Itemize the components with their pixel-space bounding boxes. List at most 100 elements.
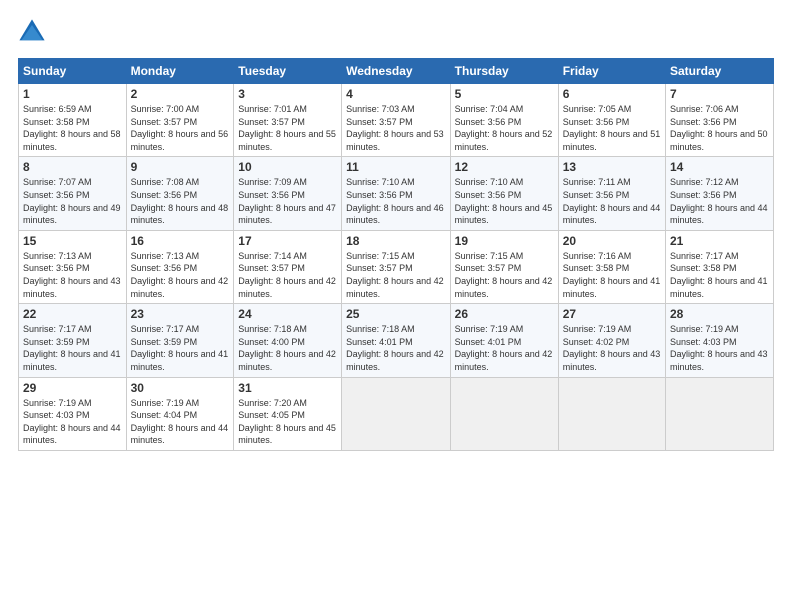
- calendar-cell: 3 Sunrise: 7:01 AMSunset: 3:57 PMDaylight…: [234, 84, 342, 157]
- calendar-cell: 23Sunrise: 7:17 AMSunset: 3:59 PMDayligh…: [126, 304, 234, 377]
- day-header-friday: Friday: [558, 59, 665, 84]
- day-header-thursday: Thursday: [450, 59, 558, 84]
- day-info: Sunrise: 7:01 AMSunset: 3:57 PMDaylight:…: [238, 103, 337, 153]
- day-number: 26: [455, 307, 554, 321]
- day-number: 19: [455, 234, 554, 248]
- day-info: Sunrise: 7:20 AMSunset: 4:05 PMDaylight:…: [238, 397, 337, 447]
- calendar-week-5: 29 Sunrise: 7:19 AMSunset: 4:03 PMDayligh…: [19, 377, 774, 450]
- calendar-cell: [666, 377, 774, 450]
- day-info: Sunrise: 7:10 AMSunset: 3:56 PMDaylight:…: [455, 176, 554, 226]
- day-number: 18: [346, 234, 446, 248]
- calendar-cell: 19 Sunrise: 7:15 AMSunset: 3:57 PMDayligh…: [450, 230, 558, 303]
- calendar-cell: 9 Sunrise: 7:08 AMSunset: 3:56 PMDaylight…: [126, 157, 234, 230]
- calendar-cell: 25 Sunrise: 7:18 AMSunset: 4:01 PMDayligh…: [342, 304, 451, 377]
- calendar-cell: 30 Sunrise: 7:19 AMSunset: 4:04 PMDayligh…: [126, 377, 234, 450]
- calendar-body: 1 Sunrise: 6:59 AMSunset: 3:58 PMDaylight…: [19, 84, 774, 451]
- calendar-cell: 27Sunrise: 7:19 AMSunset: 4:02 PMDayligh…: [558, 304, 665, 377]
- day-number: 23: [131, 307, 230, 321]
- calendar-cell: 10 Sunrise: 7:09 AMSunset: 3:56 PMDayligh…: [234, 157, 342, 230]
- day-info: Sunrise: 7:19 AMSunset: 4:01 PMDaylight:…: [455, 323, 554, 373]
- day-number: 30: [131, 381, 230, 395]
- day-number: 4: [346, 87, 446, 101]
- day-number: 16: [131, 234, 230, 248]
- calendar-week-1: 1 Sunrise: 6:59 AMSunset: 3:58 PMDaylight…: [19, 84, 774, 157]
- day-info: Sunrise: 7:08 AMSunset: 3:56 PMDaylight:…: [131, 176, 230, 226]
- calendar-cell: [558, 377, 665, 450]
- header: [18, 18, 774, 46]
- calendar: SundayMondayTuesdayWednesdayThursdayFrid…: [18, 58, 774, 451]
- day-info: Sunrise: 7:14 AMSunset: 3:57 PMDaylight:…: [238, 250, 337, 300]
- day-info: Sunrise: 7:00 AMSunset: 3:57 PMDaylight:…: [131, 103, 230, 153]
- calendar-cell: 14 Sunrise: 7:12 AMSunset: 3:56 PMDayligh…: [666, 157, 774, 230]
- day-number: 8: [23, 160, 122, 174]
- calendar-cell: 17 Sunrise: 7:14 AMSunset: 3:57 PMDayligh…: [234, 230, 342, 303]
- calendar-week-4: 22 Sunrise: 7:17 AMSunset: 3:59 PMDayligh…: [19, 304, 774, 377]
- day-number: 15: [23, 234, 122, 248]
- day-info: Sunrise: 6:59 AMSunset: 3:58 PMDaylight:…: [23, 103, 122, 153]
- calendar-cell: 6 Sunrise: 7:05 AMSunset: 3:56 PMDaylight…: [558, 84, 665, 157]
- day-number: 22: [23, 307, 122, 321]
- day-number: 25: [346, 307, 446, 321]
- day-header-wednesday: Wednesday: [342, 59, 451, 84]
- calendar-cell: 7Sunrise: 7:06 AMSunset: 3:56 PMDaylight…: [666, 84, 774, 157]
- calendar-cell: 21Sunrise: 7:17 AMSunset: 3:58 PMDayligh…: [666, 230, 774, 303]
- day-info: Sunrise: 7:19 AMSunset: 4:03 PMDaylight:…: [23, 397, 122, 447]
- day-info: Sunrise: 7:05 AMSunset: 3:56 PMDaylight:…: [563, 103, 661, 153]
- calendar-cell: 2 Sunrise: 7:00 AMSunset: 3:57 PMDaylight…: [126, 84, 234, 157]
- day-info: Sunrise: 7:07 AMSunset: 3:56 PMDaylight:…: [23, 176, 122, 226]
- logo: [18, 18, 50, 46]
- day-info: Sunrise: 7:09 AMSunset: 3:56 PMDaylight:…: [238, 176, 337, 226]
- day-info: Sunrise: 7:19 AMSunset: 4:02 PMDaylight:…: [563, 323, 661, 373]
- day-info: Sunrise: 7:03 AMSunset: 3:57 PMDaylight:…: [346, 103, 446, 153]
- day-number: 9: [131, 160, 230, 174]
- logo-icon: [18, 18, 46, 46]
- calendar-cell: 5 Sunrise: 7:04 AMSunset: 3:56 PMDaylight…: [450, 84, 558, 157]
- day-number: 28: [670, 307, 769, 321]
- day-number: 10: [238, 160, 337, 174]
- day-info: Sunrise: 7:16 AMSunset: 3:58 PMDaylight:…: [563, 250, 661, 300]
- calendar-cell: 31 Sunrise: 7:20 AMSunset: 4:05 PMDayligh…: [234, 377, 342, 450]
- day-number: 24: [238, 307, 337, 321]
- day-number: 6: [563, 87, 661, 101]
- day-info: Sunrise: 7:06 AMSunset: 3:56 PMDaylight:…: [670, 103, 769, 153]
- day-number: 13: [563, 160, 661, 174]
- day-info: Sunrise: 7:04 AMSunset: 3:56 PMDaylight:…: [455, 103, 554, 153]
- calendar-cell: [342, 377, 451, 450]
- day-number: 12: [455, 160, 554, 174]
- day-info: Sunrise: 7:13 AMSunset: 3:56 PMDaylight:…: [23, 250, 122, 300]
- calendar-cell: 4 Sunrise: 7:03 AMSunset: 3:57 PMDaylight…: [342, 84, 451, 157]
- day-info: Sunrise: 7:17 AMSunset: 3:59 PMDaylight:…: [23, 323, 122, 373]
- day-number: 14: [670, 160, 769, 174]
- calendar-week-2: 8 Sunrise: 7:07 AMSunset: 3:56 PMDaylight…: [19, 157, 774, 230]
- day-number: 11: [346, 160, 446, 174]
- day-number: 20: [563, 234, 661, 248]
- day-info: Sunrise: 7:18 AMSunset: 4:01 PMDaylight:…: [346, 323, 446, 373]
- day-info: Sunrise: 7:10 AMSunset: 3:56 PMDaylight:…: [346, 176, 446, 226]
- day-info: Sunrise: 7:11 AMSunset: 3:56 PMDaylight:…: [563, 176, 661, 226]
- day-header-sunday: Sunday: [19, 59, 127, 84]
- calendar-cell: 16Sunrise: 7:13 AMSunset: 3:56 PMDayligh…: [126, 230, 234, 303]
- calendar-cell: 26 Sunrise: 7:19 AMSunset: 4:01 PMDayligh…: [450, 304, 558, 377]
- calendar-cell: 18 Sunrise: 7:15 AMSunset: 3:57 PMDayligh…: [342, 230, 451, 303]
- calendar-cell: 11 Sunrise: 7:10 AMSunset: 3:56 PMDayligh…: [342, 157, 451, 230]
- day-number: 2: [131, 87, 230, 101]
- day-info: Sunrise: 7:19 AMSunset: 4:04 PMDaylight:…: [131, 397, 230, 447]
- day-header-tuesday: Tuesday: [234, 59, 342, 84]
- day-number: 29: [23, 381, 122, 395]
- calendar-cell: 15 Sunrise: 7:13 AMSunset: 3:56 PMDayligh…: [19, 230, 127, 303]
- calendar-cell: 1 Sunrise: 6:59 AMSunset: 3:58 PMDaylight…: [19, 84, 127, 157]
- day-info: Sunrise: 7:12 AMSunset: 3:56 PMDaylight:…: [670, 176, 769, 226]
- day-number: 21: [670, 234, 769, 248]
- day-number: 31: [238, 381, 337, 395]
- day-number: 3: [238, 87, 337, 101]
- calendar-cell: 22 Sunrise: 7:17 AMSunset: 3:59 PMDayligh…: [19, 304, 127, 377]
- day-info: Sunrise: 7:18 AMSunset: 4:00 PMDaylight:…: [238, 323, 337, 373]
- day-header-saturday: Saturday: [666, 59, 774, 84]
- day-info: Sunrise: 7:15 AMSunset: 3:57 PMDaylight:…: [346, 250, 446, 300]
- calendar-header: SundayMondayTuesdayWednesdayThursdayFrid…: [19, 59, 774, 84]
- day-info: Sunrise: 7:19 AMSunset: 4:03 PMDaylight:…: [670, 323, 769, 373]
- day-info: Sunrise: 7:15 AMSunset: 3:57 PMDaylight:…: [455, 250, 554, 300]
- day-number: 5: [455, 87, 554, 101]
- day-number: 17: [238, 234, 337, 248]
- day-number: 1: [23, 87, 122, 101]
